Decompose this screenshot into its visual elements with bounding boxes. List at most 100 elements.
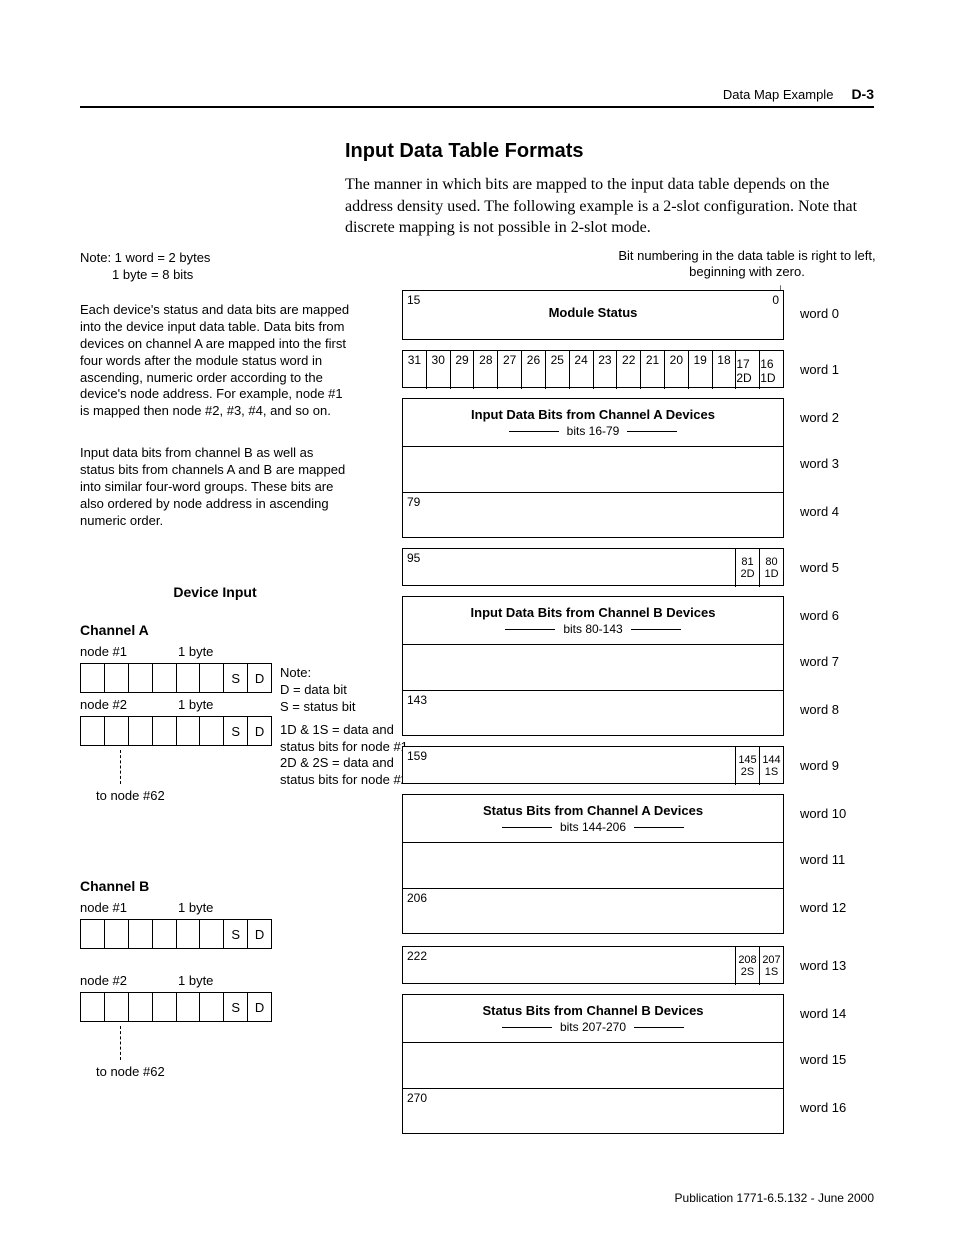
bit-label: 270 bbox=[407, 1091, 427, 1105]
bit-col: 31 bbox=[403, 351, 427, 389]
side-note: Note: 1 word = 2 bytes 1 byte = 8 bits bbox=[80, 250, 350, 284]
bit-cell bbox=[177, 664, 201, 692]
bit-cell bbox=[129, 717, 153, 745]
word9-box: 159 1452S 1441S bbox=[402, 746, 784, 784]
bit-cell bbox=[153, 920, 177, 948]
bit-col: 2082S bbox=[735, 947, 759, 985]
bit-tag: 2S bbox=[741, 966, 754, 978]
word-label: word 9 bbox=[800, 758, 839, 773]
bit-num: 207 bbox=[762, 954, 780, 966]
data-bit-cell: D bbox=[248, 664, 271, 692]
bit-cell bbox=[200, 993, 224, 1021]
header-pagenum: D-3 bbox=[851, 86, 874, 102]
byte-label: 1 byte bbox=[178, 697, 213, 712]
bit-cell bbox=[200, 664, 224, 692]
legend-note: Note: D = data bit S = status bit 1D & 1… bbox=[280, 665, 410, 789]
module-status-label: Module Status bbox=[403, 291, 783, 326]
node-label: node #2 bbox=[80, 973, 170, 988]
bit-cell bbox=[105, 993, 129, 1021]
byte-label: 1 byte bbox=[178, 644, 213, 659]
bit-cell bbox=[200, 717, 224, 745]
word1-box: 31 30 29 28 27 26 25 24 23 22 21 20 19 1… bbox=[402, 350, 784, 388]
legend-line: Note: bbox=[280, 665, 410, 682]
side-para-2: Input data bits from channel B as well a… bbox=[80, 445, 350, 529]
bit-col: 19 bbox=[689, 351, 713, 389]
bit-tag: 1D bbox=[760, 371, 775, 385]
note-line: Note: 1 word = 2 bytes bbox=[80, 250, 350, 267]
data-bit-cell: D bbox=[248, 717, 271, 745]
word0-box: 15 0 Module Status bbox=[402, 290, 784, 340]
status-a-block: Status Bits from Channel A Devices bits … bbox=[402, 794, 784, 934]
byte-grid: S D bbox=[80, 663, 272, 693]
bit-num: 81 bbox=[741, 556, 753, 568]
bit-numbering-note: Bit numbering in the data table is right… bbox=[617, 248, 877, 281]
intro-paragraph: The manner in which bits are mapped to t… bbox=[345, 174, 874, 239]
channel-a-data-block: Input Data Bits from Channel A Devices b… bbox=[402, 398, 784, 538]
bit-cell bbox=[129, 920, 153, 948]
group-title: Input Data Bits from Channel A Devices bbox=[403, 399, 783, 422]
status-bit-cell: S bbox=[224, 993, 248, 1021]
bit-label: 159 bbox=[407, 749, 427, 763]
bit-tag: 2D bbox=[736, 371, 751, 385]
byte-grid: S D bbox=[80, 992, 272, 1022]
status-bit-cell: S bbox=[224, 717, 248, 745]
bit-tag: 1S bbox=[765, 966, 778, 978]
group-title: Input Data Bits from Channel B Devices bbox=[403, 597, 783, 620]
byte-label: 1 byte bbox=[178, 900, 213, 915]
bit-label: 143 bbox=[407, 693, 427, 707]
bit-col: 29 bbox=[451, 351, 475, 389]
word-label: word 14 bbox=[800, 1006, 846, 1021]
section-title: Input Data Table Formats bbox=[345, 140, 584, 163]
legend-line: 2D & 2S = data and status bits for node … bbox=[280, 755, 410, 789]
bit-col: 812D bbox=[735, 549, 759, 587]
bit-tag: 2D bbox=[740, 568, 754, 580]
data-bit-cell: D bbox=[248, 993, 271, 1021]
bit-col: 21 bbox=[641, 351, 665, 389]
continue-label: to node #62 bbox=[96, 1064, 390, 1079]
status-bit-cell: S bbox=[224, 920, 248, 948]
group-bits: bits 16-79 bbox=[403, 422, 783, 438]
bit-cell bbox=[81, 664, 105, 692]
continue-label: to node #62 bbox=[96, 788, 390, 803]
bit-cell bbox=[129, 664, 153, 692]
bit-col: 22 bbox=[617, 351, 641, 389]
bit-label: 206 bbox=[407, 891, 427, 905]
bit-cell bbox=[153, 664, 177, 692]
bit-col: 25 bbox=[546, 351, 570, 389]
bit-num: 17 bbox=[736, 357, 749, 371]
node-label: node #1 bbox=[80, 900, 170, 915]
word5-box: 95 812D 801D bbox=[402, 548, 784, 586]
word-label: word 11 bbox=[800, 852, 845, 867]
bit-cell bbox=[153, 993, 177, 1021]
bit-label: 0 bbox=[772, 293, 779, 307]
page-header: Data Map Example D-3 bbox=[80, 86, 874, 108]
bit-col: 27 bbox=[498, 351, 522, 389]
channel-a-title: Channel A bbox=[80, 622, 390, 638]
bit-cell bbox=[105, 920, 129, 948]
node-label: node #2 bbox=[80, 697, 170, 712]
group-bits: bits 207-270 bbox=[403, 1018, 783, 1034]
bit-col: 23 bbox=[594, 351, 618, 389]
note-line: 1 byte = 8 bits bbox=[80, 267, 350, 284]
bit-num: 16 bbox=[760, 357, 773, 371]
bit-cell bbox=[81, 920, 105, 948]
word-label: word 12 bbox=[800, 900, 846, 915]
data-bit-cell: D bbox=[248, 920, 271, 948]
side-para-1: Each device's status and data bits are m… bbox=[80, 302, 350, 420]
word-label: word 7 bbox=[800, 654, 839, 669]
bit-tag: 1S bbox=[765, 766, 778, 778]
bit-col: 1452S bbox=[735, 747, 759, 785]
word-label: word 3 bbox=[800, 456, 839, 471]
bit-cell bbox=[177, 993, 201, 1021]
bit-cell bbox=[81, 993, 105, 1021]
bit-cell bbox=[105, 664, 129, 692]
group-title: Status Bits from Channel B Devices bbox=[403, 995, 783, 1018]
bit-cell bbox=[177, 920, 201, 948]
node-label: node #1 bbox=[80, 644, 170, 659]
bit-col: 24 bbox=[570, 351, 594, 389]
channel-b-title: Channel B bbox=[80, 878, 390, 894]
word-label: word 4 bbox=[800, 504, 839, 519]
bit-cell bbox=[153, 717, 177, 745]
bit-col: 172D bbox=[736, 351, 760, 389]
bit-cell bbox=[177, 717, 201, 745]
